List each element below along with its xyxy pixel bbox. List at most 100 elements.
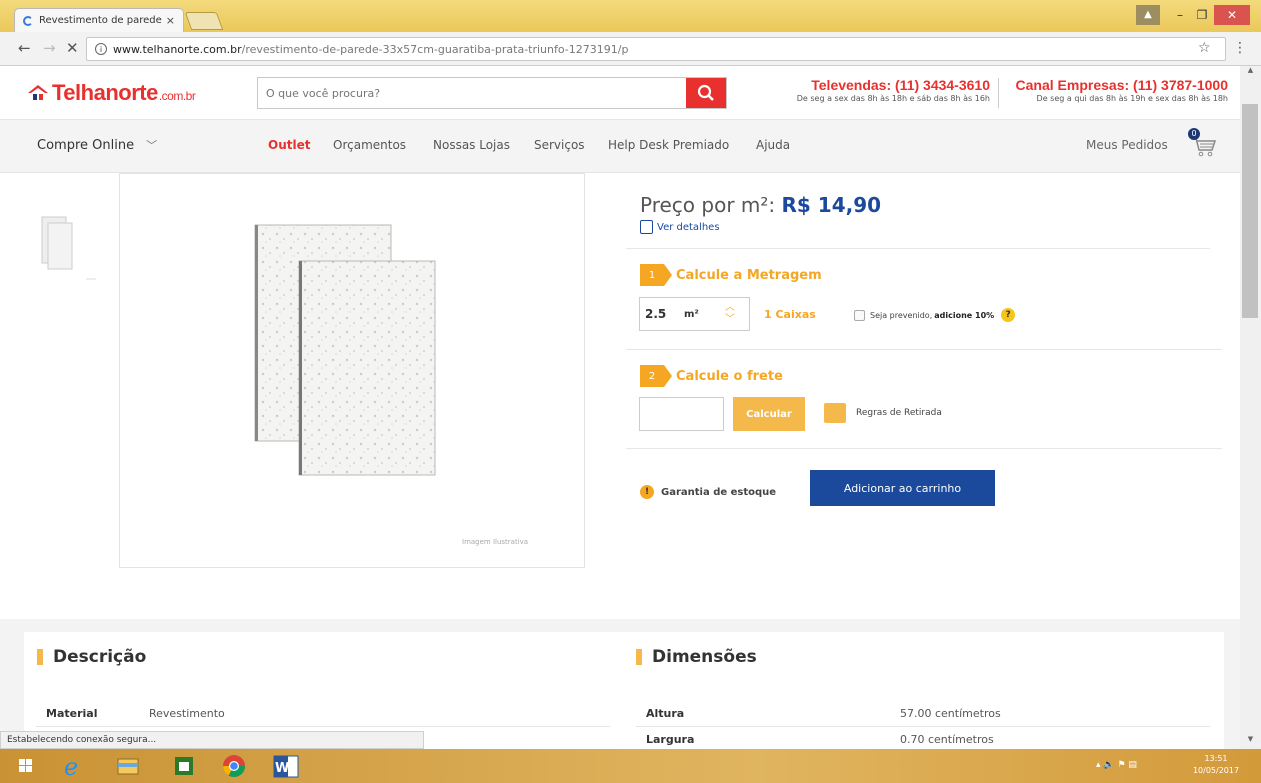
maximize-button[interactable]: ❐ (1192, 5, 1212, 25)
logo-text: Telhanorte (52, 80, 158, 105)
quantity-stepper[interactable]: 2.5 m² ︿ ﹀ (639, 297, 750, 331)
alert-icon: ! (640, 485, 654, 499)
new-tab-button[interactable] (184, 12, 224, 30)
prevenido-checkbox[interactable] (854, 309, 865, 321)
regras-retirada-link[interactable]: Regras de Retirada (824, 403, 942, 423)
heading-accent (636, 649, 642, 665)
forward-icon[interactable]: → (43, 39, 56, 57)
clock-time: 13:51 (1204, 754, 1228, 763)
product-image-frame (119, 173, 585, 568)
compre-online-label: Compre Online (37, 137, 135, 153)
thumbnail-image[interactable] (40, 213, 80, 273)
logo-suffix: .com.br (158, 89, 196, 103)
url-host: www.telhanorte.com.br (113, 42, 242, 56)
house-icon (28, 85, 48, 100)
scroll-up-icon[interactable]: ▲ (1240, 66, 1261, 80)
browser-menu-icon[interactable]: ⋮ (1233, 40, 1247, 56)
ver-detalhes-link[interactable]: Ver detalhes (640, 220, 720, 234)
store-icon[interactable] (164, 751, 204, 781)
step-number: 1 (640, 264, 672, 286)
spec-value: Revestimento (149, 707, 225, 720)
divider (626, 248, 1210, 249)
search-bar (257, 77, 727, 109)
chevron-up-icon[interactable]: ︿ (725, 302, 735, 314)
minimize-button[interactable]: – (1170, 5, 1190, 25)
step-frete: 2 Calcule o frete (640, 365, 783, 387)
search-input[interactable] (258, 78, 686, 108)
prevenido-label: Seja prevenido, (870, 310, 933, 320)
divider (36, 726, 610, 727)
system-tray-icons[interactable]: ▴ 🔈 ⚑ ▤ (1096, 760, 1137, 770)
thumbnail-indicator (86, 278, 96, 280)
cep-input[interactable] (639, 397, 724, 431)
price-value: R$ 14,90 (781, 193, 882, 217)
spec-value: 57.00 centímetros (900, 707, 1001, 720)
info-icon[interactable]: i (95, 43, 107, 55)
garantia-estoque[interactable]: ! Garantia de estoque (640, 485, 776, 499)
nav-outlet[interactable]: Outlet (268, 138, 310, 152)
garantia-label: Garantia de estoque (661, 486, 777, 498)
step-title: Calcule o frete (676, 368, 783, 384)
step-title: Calcule a Metragem (676, 267, 822, 283)
dimensoes-heading: Dimensões (636, 647, 757, 667)
address-bar[interactable]: i www.telhanorte.com.br/revestimento-de-… (86, 37, 1226, 61)
step-metragem: 1 Calcule a Metragem (640, 264, 822, 286)
tab-title: Revestimento de parede (39, 15, 162, 26)
search-button[interactable] (686, 78, 726, 108)
spec-value: 0.70 centímetros (900, 733, 994, 746)
document-icon (640, 220, 653, 234)
nav-servicos[interactable]: Serviços (534, 138, 585, 152)
product-image[interactable] (120, 174, 586, 569)
price-line: Preço por m²: R$ 14,90 (640, 193, 881, 217)
browser-tab[interactable]: Revestimento de parede × (14, 8, 184, 32)
close-window-button[interactable]: ✕ (1214, 5, 1250, 25)
status-bar: Estabelecendo conexão segura... (0, 731, 424, 749)
nav-nossas-lojas[interactable]: Nossas Lojas (433, 138, 510, 152)
nav-help-desk[interactable]: Help Desk Premiado (608, 138, 729, 152)
windows-start-icon[interactable] (6, 751, 46, 781)
calcular-button[interactable]: Calcular (733, 397, 805, 431)
bookmark-star-icon[interactable]: ☆ (1198, 40, 1211, 56)
svg-text:W: W (275, 761, 289, 776)
tab-close-button[interactable]: × (166, 14, 175, 27)
divider (636, 726, 1210, 727)
internet-explorer-icon[interactable]: e (52, 751, 92, 781)
nav-orcamentos[interactable]: Orçamentos (333, 138, 406, 152)
nav-ajuda[interactable]: Ajuda (756, 138, 790, 152)
scrollbar-thumb[interactable] (1242, 104, 1258, 318)
loading-icon (23, 15, 33, 26)
empresas-hours: De seg a qui das 8h às 19h e sex das 8h … (1036, 94, 1228, 103)
cart-count-badge: 0 (1188, 128, 1200, 140)
compre-online-menu[interactable]: Compre Online ﹀ (37, 137, 157, 153)
scroll-down-icon[interactable]: ▼ (1240, 735, 1261, 749)
quantity-unit: m² (684, 308, 699, 320)
price-label: Preço por m²: (640, 193, 776, 217)
quantity-value[interactable]: 2.5 (640, 307, 684, 321)
spec-label: Largura (646, 733, 695, 746)
descricao-heading: Descrição (37, 647, 146, 667)
empresas-phone: Canal Empresas: (11) 3787-1000 (1015, 77, 1228, 93)
word-icon[interactable]: W (266, 751, 306, 781)
help-icon[interactable]: ? (1001, 308, 1016, 322)
caixas-count: 1 Caixas (764, 308, 816, 321)
file-explorer-icon[interactable] (108, 751, 148, 781)
divider (626, 349, 1222, 350)
stop-icon[interactable]: ✕ (66, 39, 79, 57)
add-to-cart-button[interactable]: Adicionar ao carrinho (810, 470, 995, 506)
dimensoes-title: Dimensões (652, 647, 757, 667)
ver-detalhes-label: Ver detalhes (657, 221, 720, 233)
chrome-icon[interactable] (214, 751, 254, 781)
site-logo[interactable]: Telhanorte .com.br (28, 80, 196, 106)
user-icon[interactable]: ▲ (1136, 5, 1160, 25)
descricao-title: Descrição (53, 647, 147, 667)
chevron-down-icon[interactable]: ﹀ (725, 314, 735, 326)
meus-pedidos-link[interactable]: Meus Pedidos (1086, 138, 1168, 152)
clock-date: 10/05/2017 (1192, 766, 1240, 775)
back-icon[interactable]: ← (18, 39, 31, 57)
quantity-arrows: ︿ ﹀ (720, 302, 740, 326)
chevron-down-icon: ﹀ (146, 139, 158, 152)
empresas-contact: Canal Empresas: (11) 3787-1000 De seg a … (1004, 77, 1228, 103)
prevenido-option[interactable]: Seja prevenido, adicione 10% ? (854, 308, 1016, 322)
taskbar-clock[interactable]: 13:51 10/05/2017 (1186, 753, 1246, 777)
image-caption: Imagem Ilustrativa (462, 538, 529, 546)
